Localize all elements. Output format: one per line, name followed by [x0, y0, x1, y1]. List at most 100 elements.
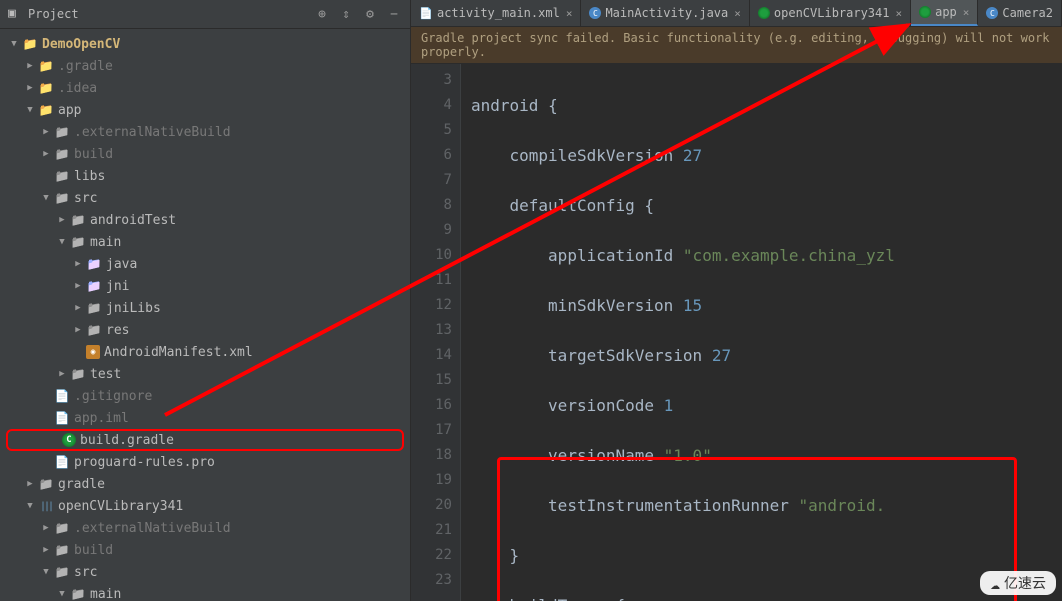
project-tree[interactable]: DemoOpenCV .gradle .idea app .extern: [0, 29, 410, 601]
target-icon[interactable]: ⊕: [314, 6, 330, 22]
expand-icon[interactable]: [24, 500, 36, 512]
tab-opencv-lib[interactable]: openCVLibrary341 ×: [750, 0, 911, 26]
close-icon[interactable]: ×: [895, 7, 902, 20]
expand-icon[interactable]: [40, 544, 52, 556]
tree-item[interactable]: src: [0, 187, 410, 209]
tree-item[interactable]: main: [0, 583, 410, 601]
line-number: 13: [411, 318, 452, 343]
expand-icon: [48, 434, 60, 446]
expand-icon[interactable]: [8, 38, 20, 50]
tree-item[interactable]: androidTest: [0, 209, 410, 231]
folder-icon: [70, 586, 86, 601]
expand-icon[interactable]: [72, 302, 84, 314]
expand-icon[interactable]: [24, 60, 36, 72]
close-icon[interactable]: ×: [734, 7, 741, 20]
line-number: 7: [411, 168, 452, 193]
tree-item[interactable]: build: [0, 143, 410, 165]
expand-icon[interactable]: [40, 148, 52, 160]
sync-warning[interactable]: Gradle project sync failed. Basic functi…: [411, 27, 1062, 64]
tree-label: jni: [106, 279, 129, 294]
tree-label: proguard-rules.pro: [74, 455, 215, 470]
tree-item[interactable]: .gradle: [0, 55, 410, 77]
code-content[interactable]: android { compileSdkVersion 27 defaultCo…: [461, 64, 1062, 601]
expand-icon[interactable]: [72, 280, 84, 292]
tab-label: app: [935, 5, 957, 19]
project-panel-header: ▣ Project ⊕ ⇕ ⚙ −: [0, 0, 410, 29]
gear-icon[interactable]: ⚙: [362, 6, 378, 22]
tree-label: androidTest: [90, 213, 176, 228]
folder-icon: [54, 190, 70, 206]
line-number: 10: [411, 243, 452, 268]
tree-item-build-gradle[interactable]: build.gradle: [6, 429, 404, 451]
close-icon[interactable]: ×: [963, 6, 970, 19]
collapse-icon[interactable]: ⇕: [338, 6, 354, 22]
tree-label: .gitignore: [74, 389, 152, 404]
tree-item[interactable]: .externalNativeBuild: [0, 121, 410, 143]
java-icon: [589, 7, 601, 19]
tree-item[interactable]: test: [0, 363, 410, 385]
folder-icon: [70, 234, 86, 250]
tab-camera2[interactable]: Camera2: [978, 0, 1062, 26]
code-editor[interactable]: 3 4 5 6 7 8 9 10 11 12 13 14 15 16 17 18…: [411, 64, 1062, 601]
expand-icon[interactable]: [40, 126, 52, 138]
tab-activity-main[interactable]: activity_main.xml ×: [411, 0, 581, 26]
tree-root[interactable]: DemoOpenCV: [0, 33, 410, 55]
tree-item[interactable]: app.iml: [0, 407, 410, 429]
expand-icon: [40, 390, 52, 402]
line-number: 22: [411, 543, 452, 568]
gradle-icon: [758, 7, 770, 19]
tree-item[interactable]: jni: [0, 275, 410, 297]
tree-label: jniLibs: [106, 301, 161, 316]
tree-label: build.gradle: [80, 433, 174, 448]
tree-item[interactable]: res: [0, 319, 410, 341]
tree-item[interactable]: libs: [0, 165, 410, 187]
tab-app[interactable]: app ×: [911, 0, 978, 26]
tab-main-activity[interactable]: MainActivity.java ×: [581, 0, 749, 26]
tree-item[interactable]: .gitignore: [0, 385, 410, 407]
tree-item[interactable]: gradle: [0, 473, 410, 495]
expand-icon[interactable]: [40, 192, 52, 204]
expand-icon[interactable]: [56, 588, 68, 600]
expand-icon[interactable]: [72, 258, 84, 270]
tree-item-app[interactable]: app: [0, 99, 410, 121]
tree-item-opencv[interactable]: openCVLibrary341: [0, 495, 410, 517]
tree-label: res: [106, 323, 129, 338]
expand-icon[interactable]: [40, 566, 52, 578]
tree-label: java: [106, 257, 137, 272]
tree-item[interactable]: jniLibs: [0, 297, 410, 319]
expand-icon[interactable]: [56, 236, 68, 248]
folder-icon: [54, 146, 70, 162]
java-icon: [986, 7, 998, 19]
tree-item[interactable]: .idea: [0, 77, 410, 99]
folder-icon: [54, 542, 70, 558]
tree-item[interactable]: java: [0, 253, 410, 275]
tree-item[interactable]: build: [0, 539, 410, 561]
hide-icon[interactable]: −: [386, 6, 402, 22]
source-folder-icon: [86, 256, 102, 272]
tree-item[interactable]: .externalNativeBuild: [0, 517, 410, 539]
tree-label: app: [58, 103, 81, 118]
tree-label: .idea: [58, 81, 97, 96]
tree-item[interactable]: proguard-rules.pro: [0, 451, 410, 473]
line-number: 3: [411, 68, 452, 93]
tree-item[interactable]: src: [0, 561, 410, 583]
expand-icon[interactable]: [72, 324, 84, 336]
resource-folder-icon: [86, 322, 102, 338]
expand-icon[interactable]: [24, 478, 36, 490]
expand-icon[interactable]: [24, 82, 36, 94]
expand-icon[interactable]: [56, 368, 68, 380]
folder-icon: [38, 80, 54, 96]
expand-icon: [72, 346, 84, 358]
tree-item[interactable]: AndroidManifest.xml: [0, 341, 410, 363]
expand-icon[interactable]: [40, 522, 52, 534]
line-number: 9: [411, 218, 452, 243]
tree-label: openCVLibrary341: [58, 499, 183, 514]
tree-item[interactable]: main: [0, 231, 410, 253]
tree-label: .gradle: [58, 59, 113, 74]
expand-icon[interactable]: [24, 104, 36, 116]
expand-icon[interactable]: [56, 214, 68, 226]
tree-label: gradle: [58, 477, 105, 492]
line-number: 23: [411, 568, 452, 593]
line-number: 8: [411, 193, 452, 218]
close-icon[interactable]: ×: [566, 7, 573, 20]
